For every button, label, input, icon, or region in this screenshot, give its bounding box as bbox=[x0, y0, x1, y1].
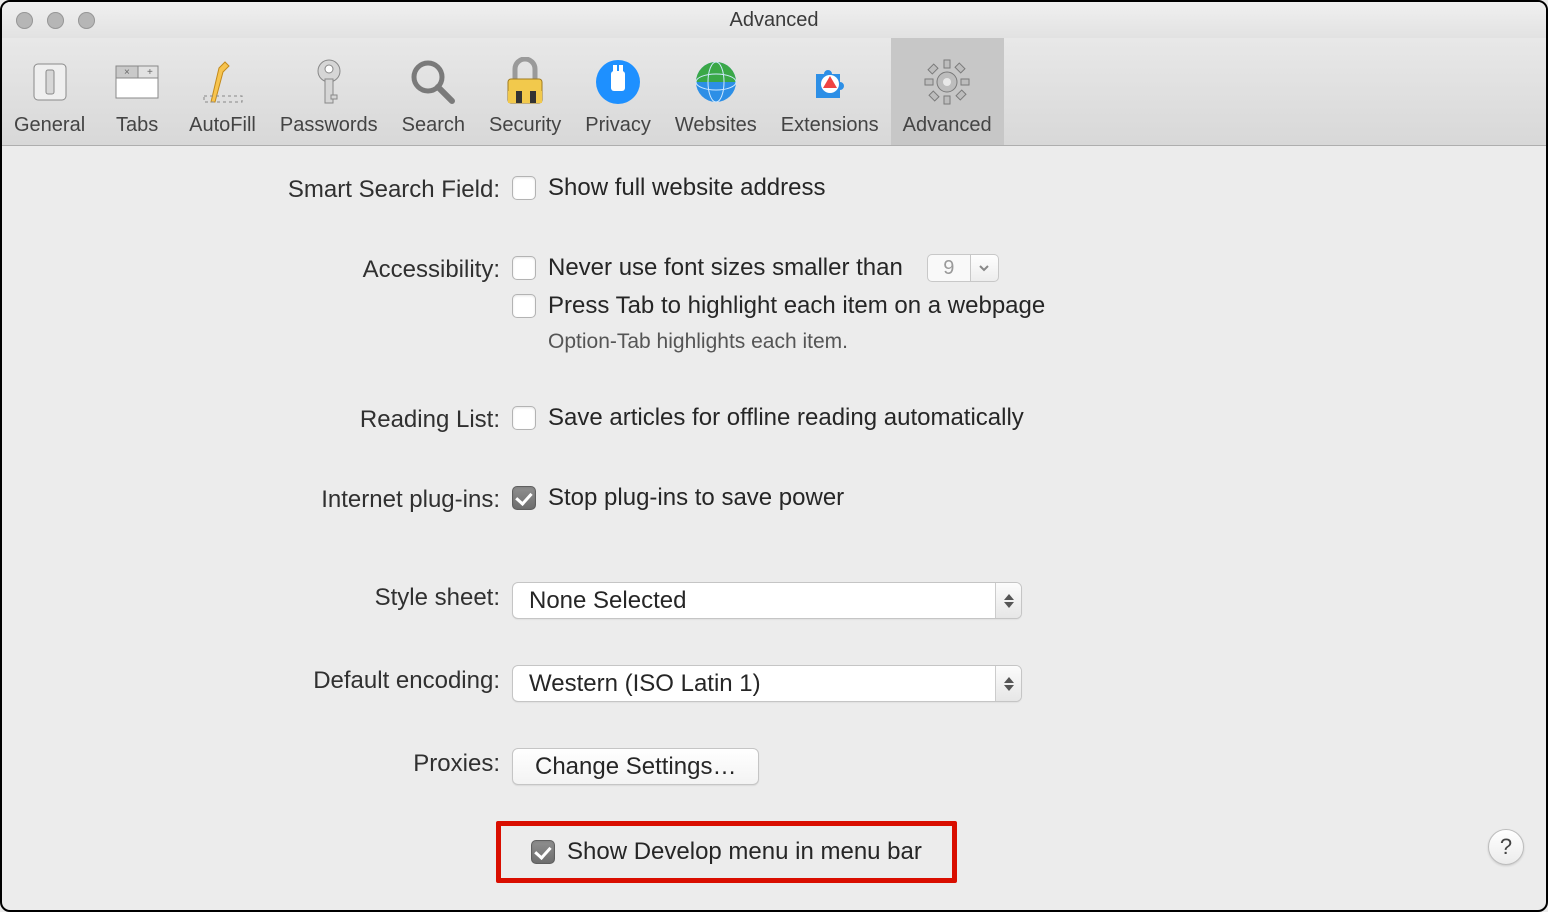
tab-privacy-label: Privacy bbox=[585, 114, 651, 137]
tab-tabs[interactable]: ×+ Tabs bbox=[97, 37, 177, 145]
svg-text:+: + bbox=[147, 67, 153, 78]
style-sheet-value: None Selected bbox=[529, 587, 686, 615]
window-title: Advanced bbox=[2, 9, 1546, 32]
stop-plugins-label: Stop plug-ins to save power bbox=[548, 484, 844, 512]
smart-search-label: Smart Search Field: bbox=[2, 174, 512, 204]
help-button[interactable]: ? bbox=[1488, 829, 1524, 865]
websites-icon bbox=[688, 54, 744, 110]
min-font-size-stepper[interactable] bbox=[971, 254, 999, 282]
chevron-down-icon bbox=[978, 264, 990, 272]
tab-security-label: Security bbox=[489, 114, 561, 137]
popup-stepper-icon bbox=[995, 583, 1021, 618]
internet-plugins-label: Internet plug-ins: bbox=[2, 484, 512, 514]
proxies-label: Proxies: bbox=[2, 748, 512, 778]
default-encoding-label: Default encoding: bbox=[2, 665, 512, 695]
tab-general[interactable]: General bbox=[2, 37, 97, 145]
change-proxies-button[interactable]: Change Settings… bbox=[512, 748, 759, 785]
extensions-icon bbox=[802, 54, 858, 110]
min-font-size-field[interactable]: 9 bbox=[927, 254, 971, 282]
general-icon bbox=[22, 54, 78, 110]
tab-highlight-label: Press Tab to highlight each item on a we… bbox=[548, 292, 1045, 320]
svg-text:×: × bbox=[124, 67, 130, 78]
preferences-toolbar: General ×+ Tabs AutoFill Passwords Searc… bbox=[2, 38, 1546, 146]
privacy-icon bbox=[590, 54, 646, 110]
reading-list-label: Reading List: bbox=[2, 404, 512, 434]
develop-menu-highlight: Show Develop menu in menu bar bbox=[496, 821, 957, 883]
tab-security[interactable]: Security bbox=[477, 37, 573, 145]
autofill-icon bbox=[195, 54, 251, 110]
style-sheet-label: Style sheet: bbox=[2, 582, 512, 612]
tabs-icon: ×+ bbox=[109, 54, 165, 110]
show-develop-menu-checkbox[interactable] bbox=[531, 840, 555, 864]
tab-autofill[interactable]: AutoFill bbox=[177, 37, 268, 145]
show-full-address-label: Show full website address bbox=[548, 174, 825, 202]
passwords-icon bbox=[301, 54, 357, 110]
tab-highlight-checkbox[interactable] bbox=[512, 294, 536, 318]
save-offline-checkbox[interactable] bbox=[512, 406, 536, 430]
help-icon: ? bbox=[1500, 834, 1512, 860]
style-sheet-popup[interactable]: None Selected bbox=[512, 582, 1022, 619]
titlebar: Advanced bbox=[2, 2, 1546, 38]
min-font-size-label: Never use font sizes smaller than bbox=[548, 254, 903, 282]
advanced-icon bbox=[919, 54, 975, 110]
tab-autofill-label: AutoFill bbox=[189, 114, 256, 137]
preferences-window: Advanced General ×+ Tabs AutoFill Passwo bbox=[0, 0, 1548, 912]
tab-tabs-label: Tabs bbox=[116, 114, 158, 137]
tab-advanced[interactable]: Advanced bbox=[891, 37, 1004, 145]
stop-plugins-checkbox[interactable] bbox=[512, 486, 536, 510]
show-full-address-checkbox[interactable] bbox=[512, 176, 536, 200]
tab-search-label: Search bbox=[402, 114, 465, 137]
popup-stepper-icon bbox=[995, 666, 1021, 701]
advanced-pane: Smart Search Field: Show full website ad… bbox=[2, 146, 1546, 883]
tab-passwords[interactable]: Passwords bbox=[268, 37, 390, 145]
default-encoding-value: Western (ISO Latin 1) bbox=[529, 670, 761, 698]
tab-extensions-label: Extensions bbox=[781, 114, 879, 137]
tab-passwords-label: Passwords bbox=[280, 114, 378, 137]
tab-websites[interactable]: Websites bbox=[663, 37, 769, 145]
security-icon bbox=[497, 54, 553, 110]
min-font-size-checkbox[interactable] bbox=[512, 256, 536, 280]
tab-advanced-label: Advanced bbox=[903, 114, 992, 137]
accessibility-label: Accessibility: bbox=[2, 254, 512, 284]
search-icon bbox=[405, 54, 461, 110]
tab-highlight-hint: Option-Tab highlights each item. bbox=[548, 330, 1045, 354]
tab-general-label: General bbox=[14, 114, 85, 137]
save-offline-label: Save articles for offline reading automa… bbox=[548, 404, 1024, 432]
tab-extensions[interactable]: Extensions bbox=[769, 37, 891, 145]
tab-privacy[interactable]: Privacy bbox=[573, 37, 663, 145]
default-encoding-popup[interactable]: Western (ISO Latin 1) bbox=[512, 665, 1022, 702]
change-proxies-button-label: Change Settings… bbox=[535, 753, 736, 781]
tab-websites-label: Websites bbox=[675, 114, 757, 137]
tab-search[interactable]: Search bbox=[390, 37, 477, 145]
show-develop-menu-label: Show Develop menu in menu bar bbox=[567, 838, 922, 866]
